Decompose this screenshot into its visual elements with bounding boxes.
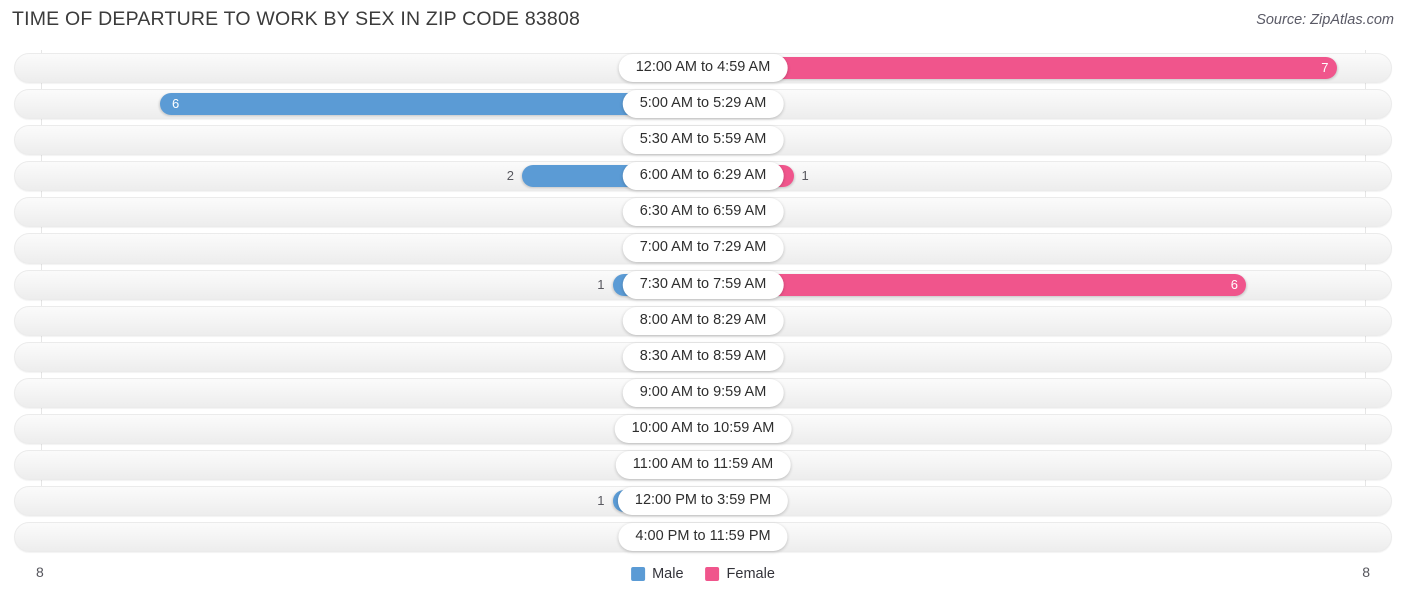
chart-row: 009:00 AM to 9:59 AM <box>0 375 1406 411</box>
category-label: 5:00 AM to 5:29 AM <box>622 90 784 119</box>
chart-row: 008:00 AM to 8:29 AM <box>0 303 1406 339</box>
legend-label-male: Male <box>652 566 684 582</box>
value-label-male: 2 <box>506 168 514 184</box>
category-label: 10:00 AM to 10:59 AM <box>614 414 792 443</box>
value-label-female: 1 <box>801 168 809 184</box>
bar-female[interactable] <box>703 57 1337 79</box>
value-label-female: 7 <box>1321 60 1329 75</box>
legend-label-female: Female <box>726 566 775 582</box>
category-label: 9:00 AM to 9:59 AM <box>622 378 784 407</box>
category-label: 7:00 AM to 7:29 AM <box>622 234 784 263</box>
bar-female[interactable] <box>703 273 1246 296</box>
category-label: 8:00 AM to 8:29 AM <box>622 306 784 335</box>
value-label-female: 6 <box>1230 276 1238 292</box>
legend-swatch-male-icon <box>631 567 646 581</box>
chart-row: 004:00 PM to 11:59 PM <box>0 519 1406 555</box>
legend-item-male[interactable]: Male <box>631 566 684 582</box>
legend-item-female[interactable]: Female <box>705 566 775 582</box>
axis-label-right: 8 <box>1362 564 1370 580</box>
category-label: 5:30 AM to 5:59 AM <box>622 126 784 155</box>
category-label: 12:00 AM to 4:59 AM <box>618 54 788 82</box>
chart-row: 1 6 7:30 AM to 7:59 AM <box>0 267 1406 303</box>
page-title: TIME OF DEPARTURE TO WORK BY SEX IN ZIP … <box>12 8 581 30</box>
chart-row: 1012:00 PM to 3:59 PM <box>0 483 1406 519</box>
category-label: 12:00 PM to 3:59 PM <box>617 487 789 516</box>
chart-row: 008:30 AM to 8:59 AM <box>0 339 1406 375</box>
axis-label-left: 8 <box>36 564 44 580</box>
legend-swatch-female-icon <box>705 567 720 581</box>
chart-row: 007:00 AM to 7:29 AM <box>0 230 1406 266</box>
chart-row: 0010:00 AM to 10:59 AM <box>0 411 1406 447</box>
value-label-male: 1 <box>597 276 605 292</box>
value-label-male: 6 <box>172 96 180 112</box>
category-label: 6:00 AM to 6:29 AM <box>622 162 784 191</box>
category-label: 7:30 AM to 7:59 AM <box>622 270 784 299</box>
category-label: 8:30 AM to 8:59 AM <box>622 342 784 371</box>
chart-row: 0011:00 AM to 11:59 AM <box>0 447 1406 483</box>
category-label: 11:00 AM to 11:59 AM <box>615 451 791 480</box>
chart-row: 006:30 AM to 6:59 AM <box>0 194 1406 230</box>
chart-plot-area: 0712:00 AM to 4:59 AM605:00 AM to 5:29 A… <box>0 50 1406 555</box>
chart-rows: 0712:00 AM to 4:59 AM605:00 AM to 5:29 A… <box>0 50 1406 555</box>
category-label: 6:30 AM to 6:59 AM <box>622 198 784 227</box>
source-attribution: Source: ZipAtlas.com <box>1256 12 1394 28</box>
value-label-male: 1 <box>597 493 605 509</box>
chart-row: 605:00 AM to 5:29 AM <box>0 86 1406 122</box>
chart-row: 005:30 AM to 5:59 AM <box>0 122 1406 158</box>
chart-page: TIME OF DEPARTURE TO WORK BY SEX IN ZIP … <box>0 0 1406 594</box>
bar-male[interactable] <box>160 93 703 116</box>
chart-row: 0712:00 AM to 4:59 AM <box>0 50 1406 86</box>
chart-row: 2 1 6:00 AM to 6:29 AM <box>0 158 1406 194</box>
category-label: 4:00 PM to 11:59 PM <box>618 523 788 552</box>
chart-legend: Male Female <box>631 566 775 582</box>
